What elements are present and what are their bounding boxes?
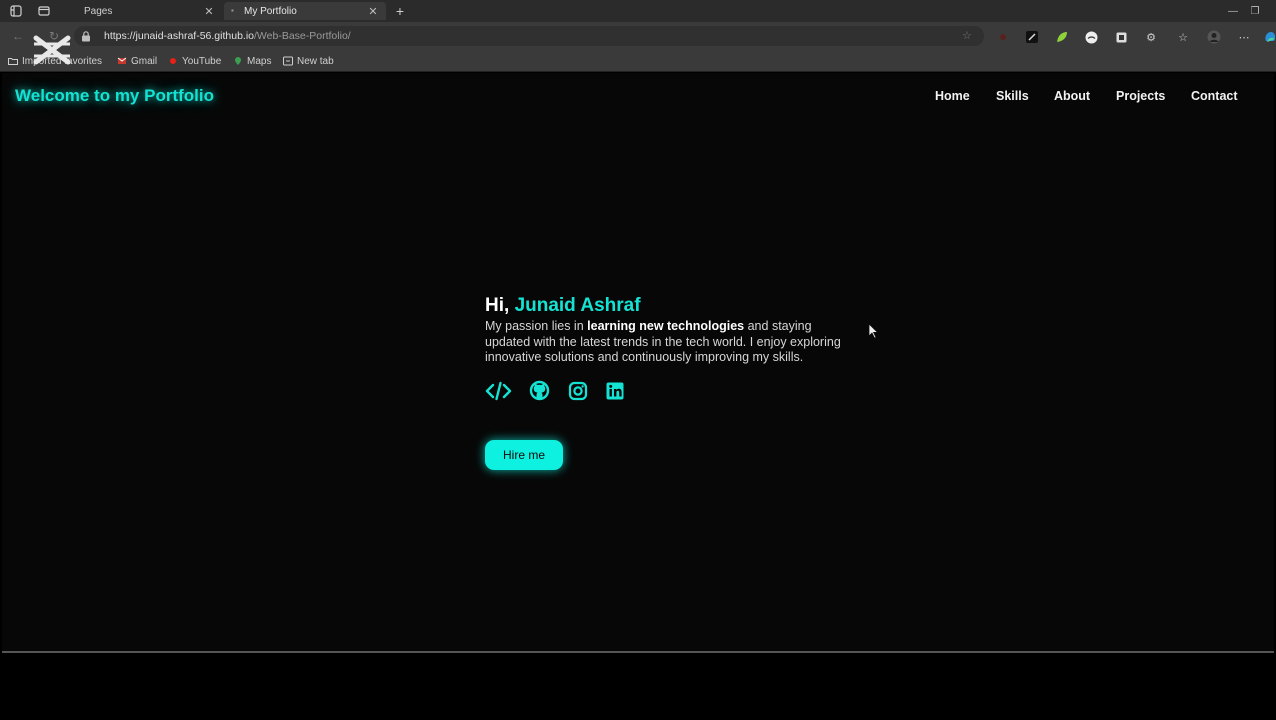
linkedin-icon[interactable]: [605, 380, 625, 402]
hero-heading: Hi, Junaid Ashraf: [485, 295, 845, 317]
bookmark-gmail[interactable]: Gmail: [117, 54, 157, 68]
bookmark-new-tab[interactable]: New tab: [283, 54, 334, 68]
tab-pages[interactable]: Pages ✕: [64, 2, 222, 20]
new-tab-button[interactable]: +: [392, 3, 408, 19]
code-icon[interactable]: [485, 380, 512, 402]
restore-icon[interactable]: ❐: [1246, 2, 1264, 20]
favorite-star-icon[interactable]: ☆: [962, 30, 974, 42]
extension-leaf-icon[interactable]: [1054, 29, 1070, 45]
tab-label: My Portfolio: [244, 5, 297, 17]
bio-highlight: learning new technologies: [587, 319, 745, 333]
github-icon[interactable]: [529, 380, 550, 402]
hire-me-button[interactable]: Hire me: [485, 440, 563, 470]
tab-my-portfolio[interactable]: ▪ My Portfolio ✕: [224, 2, 386, 20]
tab-actions-icon[interactable]: [36, 3, 52, 19]
profile-avatar-icon[interactable]: [1206, 29, 1222, 45]
lock-icon: [82, 31, 90, 42]
extension-tool-icon[interactable]: [1024, 29, 1040, 45]
nav-skills[interactable]: Skills: [996, 89, 1029, 103]
social-links: [485, 380, 845, 402]
greeting-text: Hi,: [485, 295, 510, 316]
favorites-icon[interactable]: ☆: [1175, 29, 1191, 45]
nav-projects[interactable]: Projects: [1116, 89, 1165, 103]
close-tab-icon[interactable]: ✕: [366, 4, 380, 18]
gmail-icon: [117, 57, 127, 64]
bio-text: My passion lies in: [485, 319, 584, 333]
minimize-icon[interactable]: —: [1224, 2, 1242, 20]
bookmark-maps[interactable]: Maps: [233, 54, 271, 68]
bookmark-label: Maps: [247, 55, 272, 67]
bookmark-label: Gmail: [131, 55, 158, 67]
favicon-icon: ▪: [231, 6, 234, 15]
more-menu-icon[interactable]: ⋯: [1236, 29, 1252, 45]
youtube-icon: [170, 58, 176, 64]
maps-icon: [235, 57, 241, 65]
new-tab-icon: [283, 56, 293, 66]
recorder-watermark-logo: [33, 35, 71, 65]
url-host: https://junaid-ashraf-56.github.io: [104, 30, 255, 42]
instagram-icon[interactable]: [568, 380, 588, 402]
bookmark-youtube[interactable]: YouTube: [168, 54, 221, 68]
workspaces-icon[interactable]: [8, 3, 24, 19]
extensions-puzzle-icon[interactable]: ⚙: [1143, 29, 1159, 45]
nav-contact[interactable]: Contact: [1191, 89, 1238, 103]
address-bar[interactable]: https://junaid-ashraf-56.github.io/Web-B…: [74, 26, 984, 46]
url-path: /Web-Base-Portfolio/: [254, 30, 351, 42]
bookmark-label: New tab: [297, 55, 334, 67]
nav-about[interactable]: About: [1054, 89, 1090, 103]
tab-label: Pages: [84, 5, 113, 17]
url-text: https://junaid-ashraf-56.github.io/Web-B…: [104, 30, 351, 42]
folder-icon: [8, 58, 18, 65]
back-arrow-icon[interactable]: ←: [10, 28, 26, 44]
extension-square-icon[interactable]: [1113, 29, 1129, 45]
hero-bio: My passion lies in learning new technolo…: [485, 319, 845, 366]
hero-name: Junaid Ashraf: [514, 295, 641, 316]
close-tab-icon[interactable]: ✕: [202, 4, 216, 18]
nav-home[interactable]: Home: [935, 89, 970, 103]
bookmarks-bar: Imported favorites Gmail YouTube Maps Ne…: [0, 50, 1276, 72]
site-brand[interactable]: Welcome to my Portfolio: [15, 86, 214, 106]
page-viewport: Welcome to my Portfolio Home Skills Abou…: [2, 73, 1274, 653]
copilot-icon[interactable]: [1262, 29, 1276, 45]
hero-section: Hi, Junaid Ashraf My passion lies in lea…: [485, 295, 845, 470]
bookmark-label: YouTube: [182, 55, 222, 67]
mouse-cursor-icon: [868, 323, 878, 339]
extension-red-icon[interactable]: [995, 29, 1011, 45]
extension-circle-icon[interactable]: [1083, 29, 1099, 45]
screen-letterbox: [0, 655, 1276, 720]
